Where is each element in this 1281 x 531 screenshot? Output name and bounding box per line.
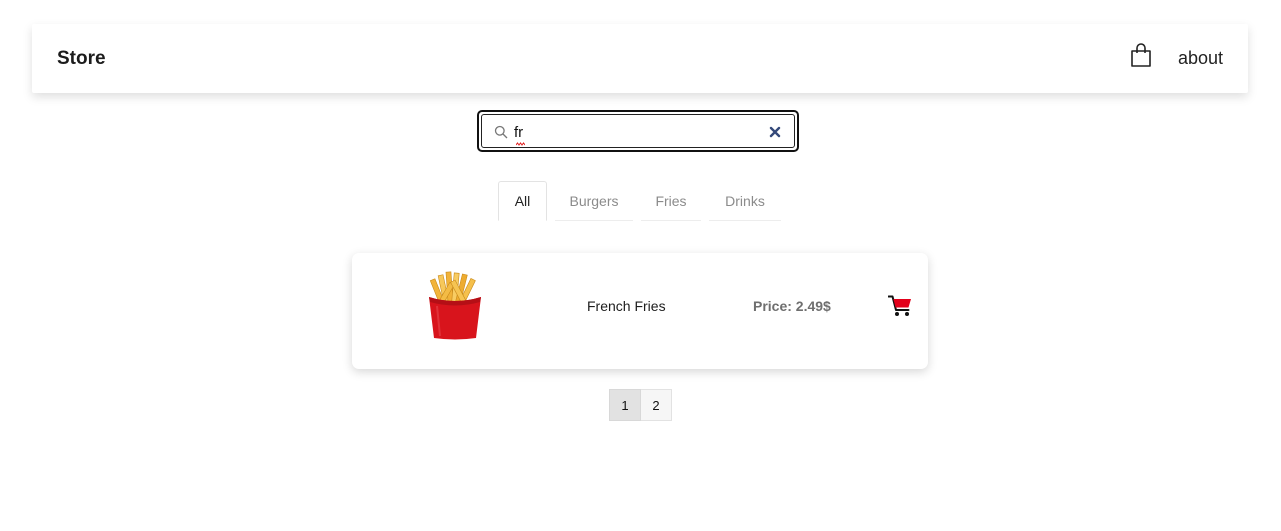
- tab-burgers[interactable]: Burgers: [555, 181, 633, 221]
- french-fries-image: [429, 271, 481, 340]
- spellcheck-underline: [516, 142, 525, 146]
- navbar: Store about: [32, 24, 1248, 93]
- tab-drinks[interactable]: Drinks: [709, 181, 781, 221]
- product-price: Price: 2.49$: [753, 298, 831, 314]
- product-card: French Fries Price: 2.49$: [352, 253, 928, 369]
- tab-all[interactable]: All: [498, 181, 547, 221]
- tab-fries[interactable]: Fries: [641, 181, 701, 221]
- page-2-button[interactable]: 2: [641, 389, 672, 421]
- brand-logo[interactable]: Store: [57, 48, 106, 70]
- close-icon[interactable]: [769, 126, 781, 138]
- search-field[interactable]: [481, 114, 795, 148]
- shopping-bag-icon[interactable]: [1130, 43, 1152, 67]
- search-box: [477, 110, 799, 152]
- search-input[interactable]: [514, 120, 754, 144]
- about-link[interactable]: about: [1178, 48, 1223, 69]
- search-icon: [494, 125, 508, 139]
- pagination: 1 2: [609, 389, 672, 421]
- product-name: French Fries: [587, 298, 666, 314]
- cart-icon[interactable]: [888, 295, 912, 317]
- page-1-button[interactable]: 1: [609, 389, 641, 421]
